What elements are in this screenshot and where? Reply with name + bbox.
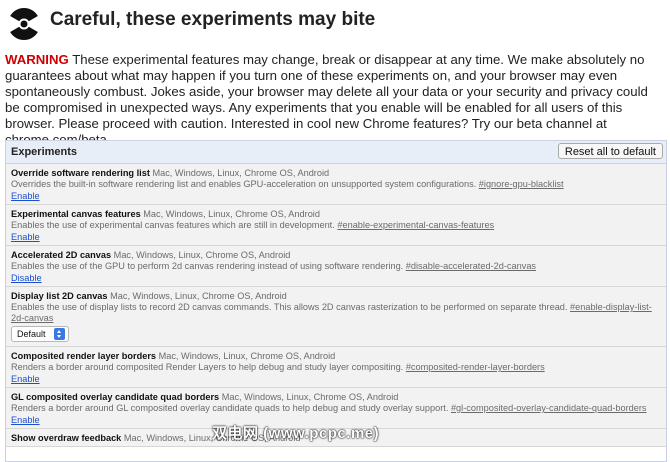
radiation-icon — [7, 7, 41, 41]
experiment-anchor-link[interactable]: #ignore-gpu-blacklist — [479, 179, 564, 189]
select-value: Default — [17, 329, 46, 339]
experiment-description: Enables the use of display lists to reco… — [11, 302, 568, 312]
experiment-platforms: Mac, Windows, Linux, Chrome OS, Android — [143, 209, 320, 219]
experiment-name: Accelerated 2D canvas — [11, 250, 112, 260]
experiment-anchor-link[interactable]: #gl-composited-overlay-candidate-quad-bo… — [451, 403, 647, 413]
panel-title: Experiments — [11, 146, 78, 158]
experiment-platforms: Mac, Windows, Linux, Chrome OS, Android — [158, 351, 336, 361]
experiment-name: Override software rendering list — [11, 168, 150, 178]
experiment-name: Display list 2D canvas — [11, 291, 108, 301]
experiment-name: Composited render layer borders — [11, 351, 156, 361]
experiment-item: Composited render layer borders Mac, Win… — [6, 347, 666, 388]
enable-link[interactable]: Enable — [11, 232, 40, 243]
experiment-anchor-link[interactable]: #composited-render-layer-borders — [406, 362, 545, 372]
page-header: Careful, these experiments may bite — [0, 0, 670, 48]
select-arrows-icon — [54, 327, 66, 340]
experiment-platforms: Mac, Windows, Linux, Chrome OS, Android — [110, 291, 287, 301]
experiment-item: Accelerated 2D canvas Mac, Windows, Linu… — [6, 246, 666, 287]
experiment-description: Enables the use of experimental canvas f… — [11, 220, 335, 230]
experiment-anchor-link[interactable]: #enable-experimental-canvas-features — [337, 220, 494, 230]
warning-label: WARNING — [5, 52, 69, 67]
experiment-description: Renders a border around composited Rende… — [11, 362, 404, 372]
experiment-select[interactable]: Default — [11, 326, 70, 342]
experiment-platforms: Mac, Windows, Linux, Chrome OS, Android — [152, 168, 330, 178]
experiment-description: Overrides the built-in software renderin… — [11, 179, 477, 189]
experiment-name: Show overdraw feedback — [11, 433, 122, 443]
watermark-text: 双电网 (www.pcpc.me) — [212, 425, 380, 442]
warning-text: These experimental features may change, … — [5, 52, 648, 147]
warning-message: WARNING These experimental features may … — [5, 52, 660, 148]
enable-link[interactable]: Enable — [11, 191, 40, 202]
reset-all-button[interactable]: Reset all to default — [557, 143, 663, 159]
enable-link[interactable]: Enable — [11, 374, 40, 385]
experiment-platforms: Mac, Windows, Linux, Chrome OS, Android — [221, 392, 399, 402]
experiment-item: Display list 2D canvas Mac, Windows, Lin… — [6, 287, 666, 347]
experiment-name: Experimental canvas features — [11, 209, 141, 219]
experiments-panel-header: Experiments Reset all to default — [6, 141, 666, 164]
experiments-panel: Experiments Reset all to default Overrid… — [5, 140, 667, 462]
experiment-item: Experimental canvas features Mac, Window… — [6, 205, 666, 246]
experiment-description: Enables the use of the GPU to perform 2d… — [11, 261, 404, 271]
disable-link[interactable]: Disable — [11, 273, 42, 284]
enable-link[interactable]: Enable — [11, 415, 40, 426]
page-title: Careful, these experiments may bite — [50, 9, 376, 30]
experiment-platforms: Mac, Windows, Linux, Chrome OS, Android — [113, 250, 291, 260]
experiment-description: Renders a border around GL composited ov… — [11, 403, 449, 413]
experiment-name: GL composited overlay candidate quad bor… — [11, 392, 220, 402]
experiment-item: Override software rendering list Mac, Wi… — [6, 164, 666, 205]
experiment-anchor-link[interactable]: #disable-accelerated-2d-canvas — [406, 261, 536, 271]
